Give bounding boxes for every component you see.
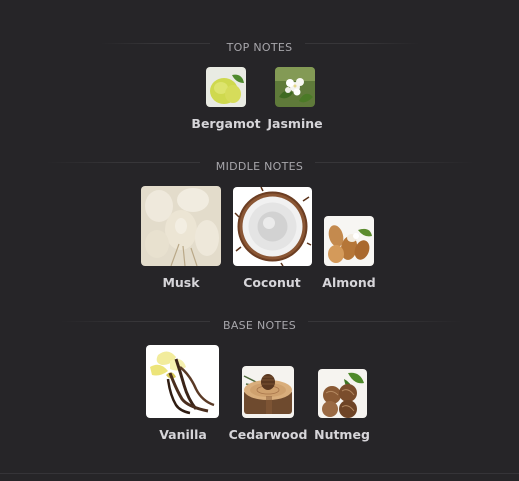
- note-label: Cedarwood: [228, 427, 308, 442]
- divider: [315, 162, 475, 163]
- almond-image: [324, 216, 374, 266]
- note-label: Jasmine: [267, 116, 323, 131]
- note-label: Almond: [322, 275, 376, 290]
- coconut-image: [233, 187, 312, 266]
- note-label: Nutmeg: [314, 427, 370, 442]
- middle-notes-header: MIDDLE NOTES: [0, 155, 519, 173]
- cedarwood-image: [242, 366, 294, 418]
- divider: [100, 43, 210, 44]
- nutmeg-image: [318, 369, 367, 418]
- section-title: BASE NOTES: [222, 319, 297, 332]
- divider: [305, 43, 420, 44]
- divider: [308, 321, 463, 322]
- section-title: TOP NOTES: [226, 41, 293, 54]
- section-title: MIDDLE NOTES: [215, 160, 304, 173]
- divider: [60, 321, 210, 322]
- vanilla-image: [146, 345, 219, 418]
- jasmine-image: [275, 67, 315, 107]
- note-label: Vanilla: [159, 427, 207, 442]
- top-notes-section: TOP NOTES: [0, 36, 519, 54]
- base-notes-header: BASE NOTES: [0, 314, 519, 332]
- divider: [0, 473, 519, 474]
- middle-notes-section: MIDDLE NOTES: [0, 155, 519, 173]
- base-notes-section: BASE NOTES: [0, 314, 519, 332]
- note-label: Bergamot: [191, 116, 261, 131]
- top-notes-header: TOP NOTES: [0, 36, 519, 54]
- note-label: Musk: [162, 275, 200, 290]
- bergamot-image: [206, 67, 246, 107]
- divider: [45, 162, 200, 163]
- musk-image: [141, 186, 221, 266]
- note-label: Coconut: [243, 275, 301, 290]
